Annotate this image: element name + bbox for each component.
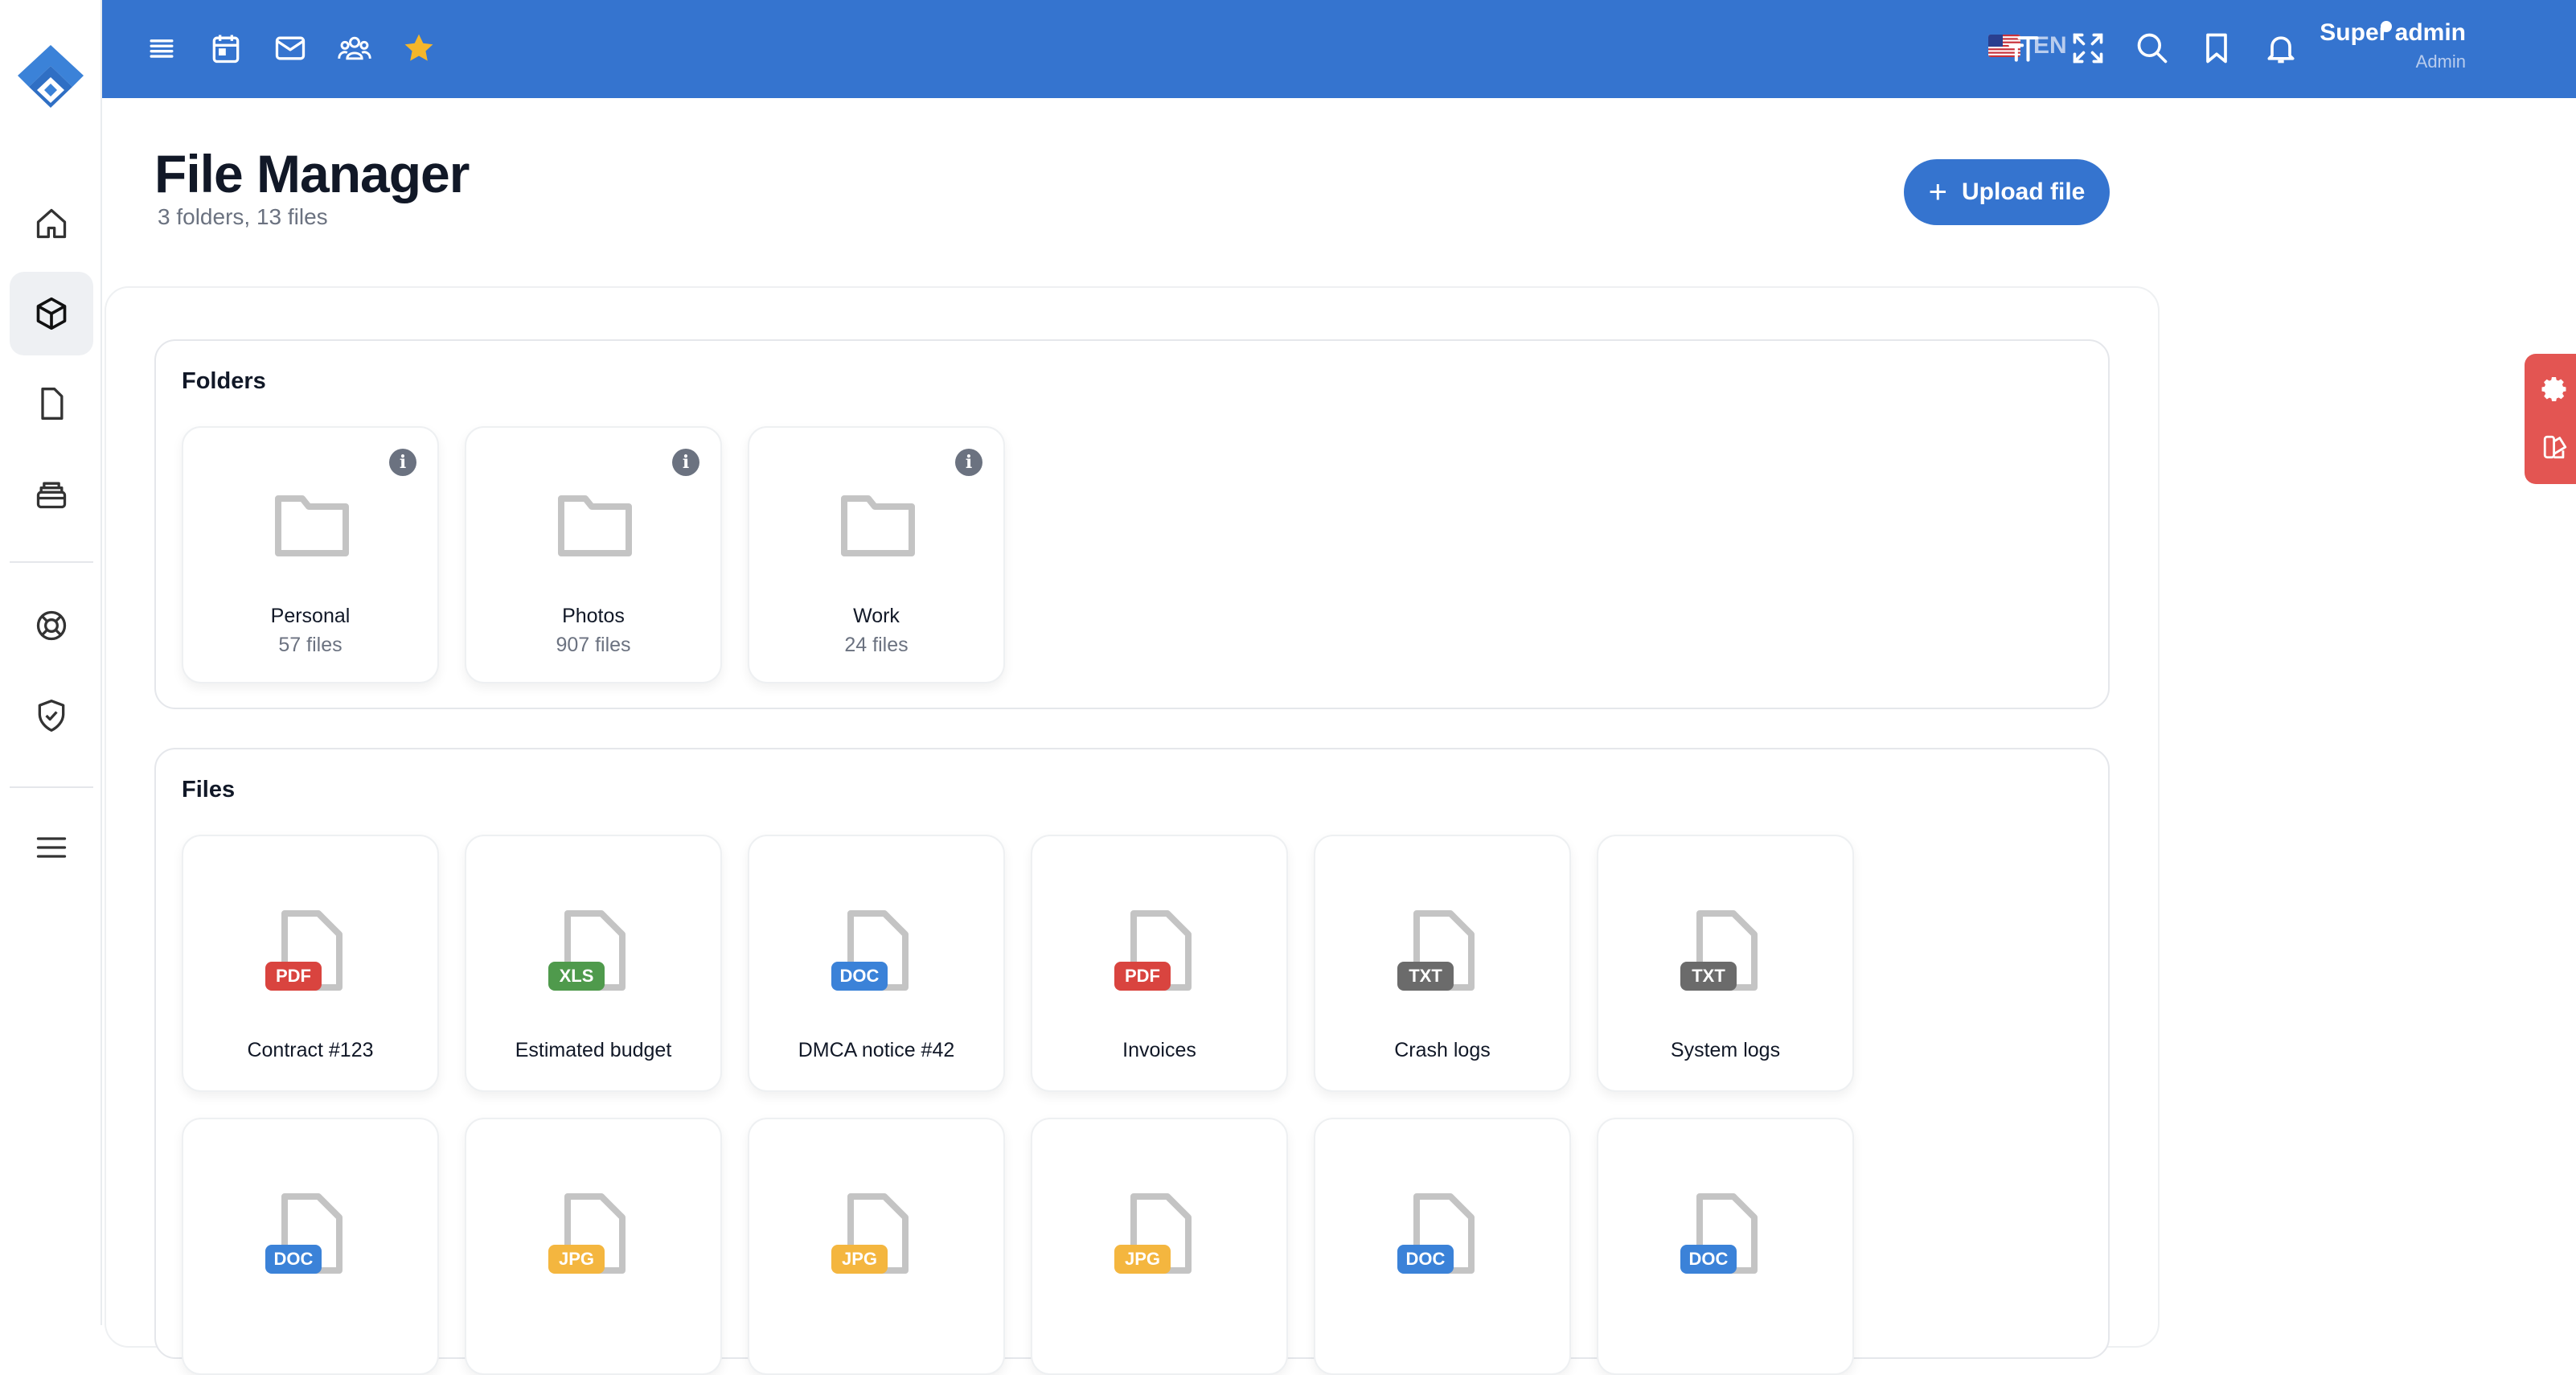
file-type-badge: DOC (1680, 1245, 1737, 1274)
folder-icon (275, 495, 349, 556)
sidebar-item-home[interactable] (10, 182, 93, 265)
file-type-badge: DOC (1397, 1245, 1454, 1274)
mail-icon (275, 36, 306, 60)
file-card[interactable]: DOC DMCA notice #42 (748, 835, 1005, 1092)
file-card[interactable]: DOC (182, 1118, 439, 1375)
upload-file-button[interactable]: + Upload file (1904, 159, 2110, 225)
file-card[interactable]: JPG (748, 1118, 1005, 1375)
folder-name: Work (853, 605, 900, 627)
file-card[interactable]: XLS Estimated budget (465, 835, 722, 1092)
bell-icon (2267, 36, 2295, 64)
folder-file-count: 907 files (556, 634, 631, 656)
plus-icon: + (1928, 174, 1947, 210)
folder-icon (841, 495, 915, 556)
users-icon (338, 36, 371, 60)
folder-card[interactable]: i Personal 57 files (182, 426, 439, 683)
menu-icon (36, 837, 67, 858)
search-icon (2137, 33, 2168, 64)
notifications-button[interactable] (2262, 29, 2300, 68)
page-subtitle: 3 folders, 13 files (158, 204, 328, 229)
file-type-badge: JPG (831, 1245, 888, 1274)
file-card[interactable]: DOC (1597, 1118, 1854, 1375)
file-card[interactable]: PDF Invoices (1031, 835, 1288, 1092)
file-type-badge: JPG (1114, 1245, 1171, 1274)
lifebuoy-icon (36, 610, 67, 641)
folder-card[interactable]: i Photos 907 files (465, 426, 722, 683)
sidebar-divider (10, 786, 93, 788)
file-card[interactable]: JPG (465, 1118, 722, 1375)
shield-check-icon (38, 700, 65, 732)
file-name: Contract #123 (247, 1039, 374, 1061)
sidebar-item-storage[interactable] (10, 452, 93, 536)
info-icon[interactable]: i (389, 449, 416, 476)
folder-name: Personal (270, 605, 351, 627)
calendar-icon (212, 35, 240, 64)
file-card[interactable]: TXT System logs (1597, 835, 1854, 1092)
file-card[interactable]: TXT Crash logs (1314, 835, 1571, 1092)
folder-file-count: 24 files (844, 634, 909, 656)
fullscreen-icon (2073, 33, 2103, 64)
file-type-badge: PDF (265, 962, 322, 991)
file-type-badge: JPG (548, 1245, 605, 1274)
favorites-button[interactable] (400, 29, 438, 68)
folders-title: Folders (182, 368, 266, 394)
fullscreen-button[interactable] (2069, 29, 2107, 68)
page-title: File Manager (154, 144, 470, 203)
sidebar (0, 0, 102, 1325)
file-card[interactable]: DOC (1314, 1118, 1571, 1375)
file-type-badge: TXT (1680, 962, 1737, 991)
text-size-button[interactable] (2004, 29, 2043, 68)
folders-section: Folders i Personal 57 files i Photos 907… (154, 339, 2110, 709)
file-name: Estimated budget (515, 1039, 672, 1061)
file-type-badge: TXT (1397, 962, 1454, 991)
calendar-button[interactable] (207, 29, 245, 68)
star-icon (404, 34, 433, 61)
file-type-badge: DOC (831, 962, 888, 991)
file-name: DMCA notice #42 (798, 1039, 955, 1061)
mail-button[interactable] (271, 29, 310, 68)
file-type-badge: XLS (548, 962, 605, 991)
theme-icon[interactable] (2539, 431, 2571, 463)
sidebar-item-menu[interactable] (10, 806, 93, 889)
file-card[interactable]: PDF Contract #123 (182, 835, 439, 1092)
sidebar-item-security[interactable] (10, 674, 93, 757)
bookmark-button[interactable] (2197, 29, 2236, 68)
sidebar-item-support[interactable] (10, 584, 93, 667)
hamburger-menu-button[interactable] (142, 29, 181, 68)
info-icon[interactable]: i (672, 449, 699, 476)
user-role: Admin (2415, 51, 2466, 72)
file-type-badge: PDF (1114, 962, 1171, 991)
sidebar-item-documents[interactable] (10, 362, 93, 445)
file-name: Crash logs (1394, 1039, 1491, 1061)
info-icon[interactable]: i (955, 449, 982, 476)
files-title: Files (182, 777, 236, 802)
archive-icon (36, 482, 67, 509)
user-name[interactable]: Super admin (2320, 19, 2466, 47)
sidebar-divider (10, 561, 93, 563)
search-button[interactable] (2133, 29, 2172, 68)
file-name: System logs (1670, 1039, 1781, 1061)
folder-card[interactable]: i Work 24 files (748, 426, 1005, 683)
file-name: Invoices (1122, 1039, 1196, 1061)
menu-icon (150, 39, 174, 58)
files-section: Files PDF Contract #123 XLS Estimated budge… (154, 748, 2110, 1375)
home-icon (36, 208, 67, 239)
top-bar: EN Super admin Admin (102, 0, 2576, 98)
upload-file-label: Upload file (1962, 179, 2086, 205)
box-icon (36, 297, 67, 330)
text-size-icon (2008, 36, 2039, 62)
app-logo[interactable] (14, 42, 87, 119)
file-type-badge: DOC (265, 1245, 322, 1274)
file-card[interactable]: JPG (1031, 1118, 1288, 1375)
document-icon (41, 388, 64, 420)
folder-icon (558, 495, 632, 556)
bookmark-icon (2206, 33, 2227, 64)
users-button[interactable] (335, 29, 374, 68)
folder-name: Photos (562, 605, 625, 627)
settings-side-tab[interactable] (2525, 354, 2576, 484)
sidebar-item-products[interactable] (10, 272, 93, 355)
gear-icon[interactable] (2539, 373, 2571, 405)
folder-file-count: 57 files (278, 634, 343, 656)
